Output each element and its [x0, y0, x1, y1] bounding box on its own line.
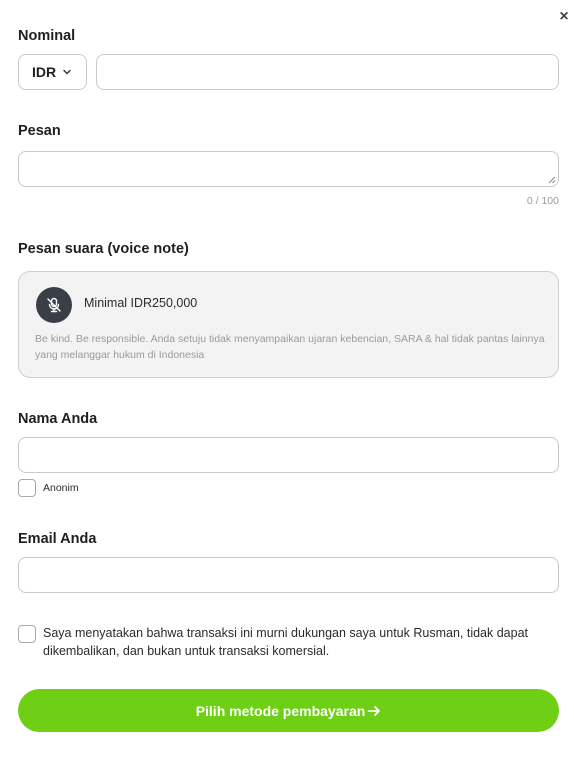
currency-select[interactable]: IDR — [18, 54, 87, 90]
choose-payment-label: Pilih metode pembayaran — [195, 702, 366, 719]
chevron-down-icon — [63, 69, 71, 75]
currency-value: IDR — [32, 64, 57, 80]
consent-checkbox[interactable] — [18, 625, 36, 643]
name-input[interactable] — [18, 437, 559, 473]
voice-note-disclaimer: Be kind. Be responsible. Anda setuju tid… — [35, 333, 545, 361]
consent-text[interactable]: Saya menyatakan bahwa transaksi ini murn… — [43, 624, 559, 660]
voice-note-label: Pesan suara (voice note) — [18, 241, 189, 257]
voice-note-card: Minimal IDR250,000 Be kind. Be responsib… — [18, 271, 559, 378]
message-char-counter: 0 / 100 — [526, 195, 559, 207]
choose-payment-button[interactable]: Pilih metode pembayaran — [18, 689, 559, 732]
close-icon[interactable]: × — [556, 8, 572, 26]
name-label: Nama Anda — [18, 411, 98, 427]
nominal-label: Nominal — [18, 28, 76, 44]
arrow-right-icon — [367, 705, 381, 716]
mic-off-button[interactable] — [36, 287, 72, 323]
resize-grip-icon[interactable] — [548, 176, 556, 184]
message-label: Pesan — [18, 123, 61, 139]
amount-input[interactable] — [96, 54, 559, 90]
voice-note-minimum: Minimal IDR250,000 — [84, 296, 198, 310]
email-label: Email Anda — [18, 531, 97, 547]
message-textarea[interactable] — [18, 151, 559, 187]
anonymous-checkbox[interactable] — [18, 479, 36, 497]
anonymous-label[interactable]: Anonim — [43, 482, 79, 494]
mic-off-icon — [47, 297, 61, 313]
email-input[interactable] — [18, 557, 559, 593]
